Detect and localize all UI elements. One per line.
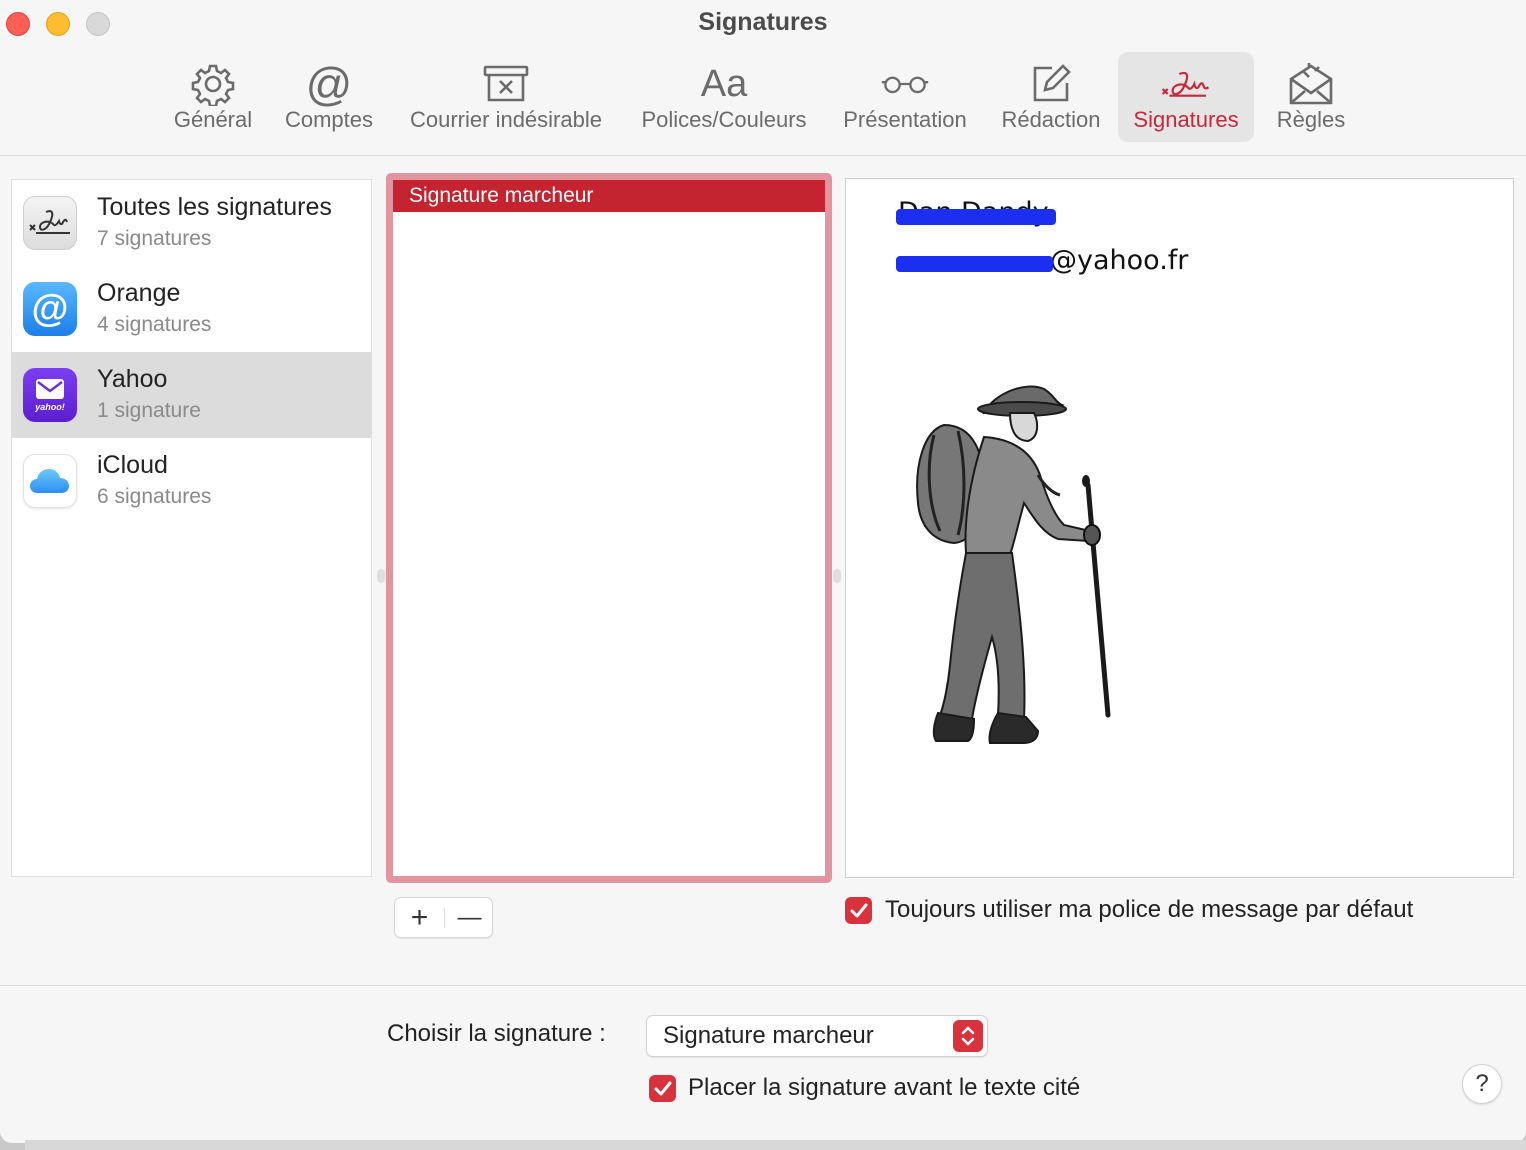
signature-count: 7 signatures [97,227,212,250]
glasses-icon [880,60,930,108]
tab-fonts-colors[interactable]: Aa Polices/Couleurs [632,52,816,142]
checkmark-icon [850,903,867,917]
remove-signature-button[interactable]: — [445,898,494,937]
tab-signatures[interactable]: Signatures [1118,52,1254,142]
tab-rules[interactable]: Règles [1264,52,1358,142]
place-before-quote-checkbox[interactable] [649,1075,676,1102]
tab-fonts-colors-label: Polices/Couleurs [641,107,807,132]
signature-app-icon [23,196,77,250]
compose-icon [1026,60,1076,108]
signature-preview[interactable]: Dan Dandy @yahoo.fr [845,178,1514,878]
tab-general-label: Général [173,107,253,132]
account-orange[interactable]: @ Orange 4 signatures [12,266,371,352]
default-font-checkbox[interactable] [845,897,872,924]
preferences-window: Signatures Général @ Comptes Courrier in… [0,0,1526,1143]
signature-count: 4 signatures [97,313,212,336]
at-icon: @ [305,58,353,110]
chevron-updown-icon [953,1020,983,1052]
signature-icon [1161,60,1211,108]
tab-accounts[interactable]: @ Comptes [278,52,380,142]
signature-count: 6 signatures [97,485,212,508]
checkmark-icon [654,1081,671,1095]
tab-rules-label: Règles [1276,107,1346,132]
fonts-aa-icon: Aa [700,62,748,105]
tab-junk-mail-label: Courrier indésirable [410,107,602,132]
account-name: Toutes les signatures [97,193,332,221]
split-handle[interactable] [377,569,385,583]
place-before-quote-label: Placer la signature avant le texte cité [688,1074,1081,1101]
preferences-toolbar: Général @ Comptes Courrier indésirable A… [0,52,1526,144]
signature-item[interactable]: Signature marcheur [393,180,825,212]
redaction-mark [896,256,1053,272]
choose-signature-select[interactable]: Signature marcheur [646,1015,988,1057]
toolbar-divider [0,155,1526,156]
tab-accounts-label: Comptes [284,107,374,132]
tab-viewing[interactable]: Présentation [834,52,976,142]
gear-icon [188,60,238,108]
signatures-list[interactable]: Signature marcheur [386,173,832,883]
icloud-icon [23,454,77,508]
tab-signatures-label: Signatures [1133,107,1239,132]
hiker-drawing [916,385,1111,744]
account-name: Orange [97,279,181,307]
account-name: Yahoo [97,365,168,393]
help-button[interactable]: ? [1462,1064,1502,1104]
tab-composing[interactable]: Rédaction [994,52,1108,142]
account-yahoo[interactable]: yahoo! Yahoo 1 signature [12,352,371,438]
account-name: iCloud [97,451,168,479]
choose-signature-value: Signature marcheur [663,1022,874,1049]
rules-envelope-icon [1286,60,1336,108]
split-handle[interactable] [833,569,841,583]
background-window-edge [25,1140,1526,1150]
tab-general[interactable]: Général [166,52,260,142]
account-all-signatures[interactable]: Toutes les signatures 7 signatures [12,180,371,266]
account-icloud[interactable]: iCloud 6 signatures [12,438,371,524]
accounts-list[interactable]: Toutes les signatures 7 signatures @ Ora… [11,179,372,877]
default-font-label: Toujours utiliser ma police de message p… [885,896,1414,923]
add-remove-control: + — [394,897,493,938]
tab-junk-mail[interactable]: Courrier indésirable [398,52,614,142]
yahoo-mail-icon: yahoo! [23,368,77,422]
junk-tray-icon [481,60,531,108]
tab-viewing-label: Présentation [843,107,967,132]
bottom-divider [0,985,1526,986]
email-domain: @yahoo.fr [1050,245,1189,276]
signature-count: 1 signature [97,399,201,422]
at-mail-icon: @ [23,282,77,336]
redaction-mark [896,209,1056,225]
tab-composing-label: Rédaction [1001,107,1101,132]
add-signature-button[interactable]: + [395,898,444,937]
window-title: Signatures [698,8,828,36]
choose-signature-label: Choisir la signature : [387,1020,606,1047]
